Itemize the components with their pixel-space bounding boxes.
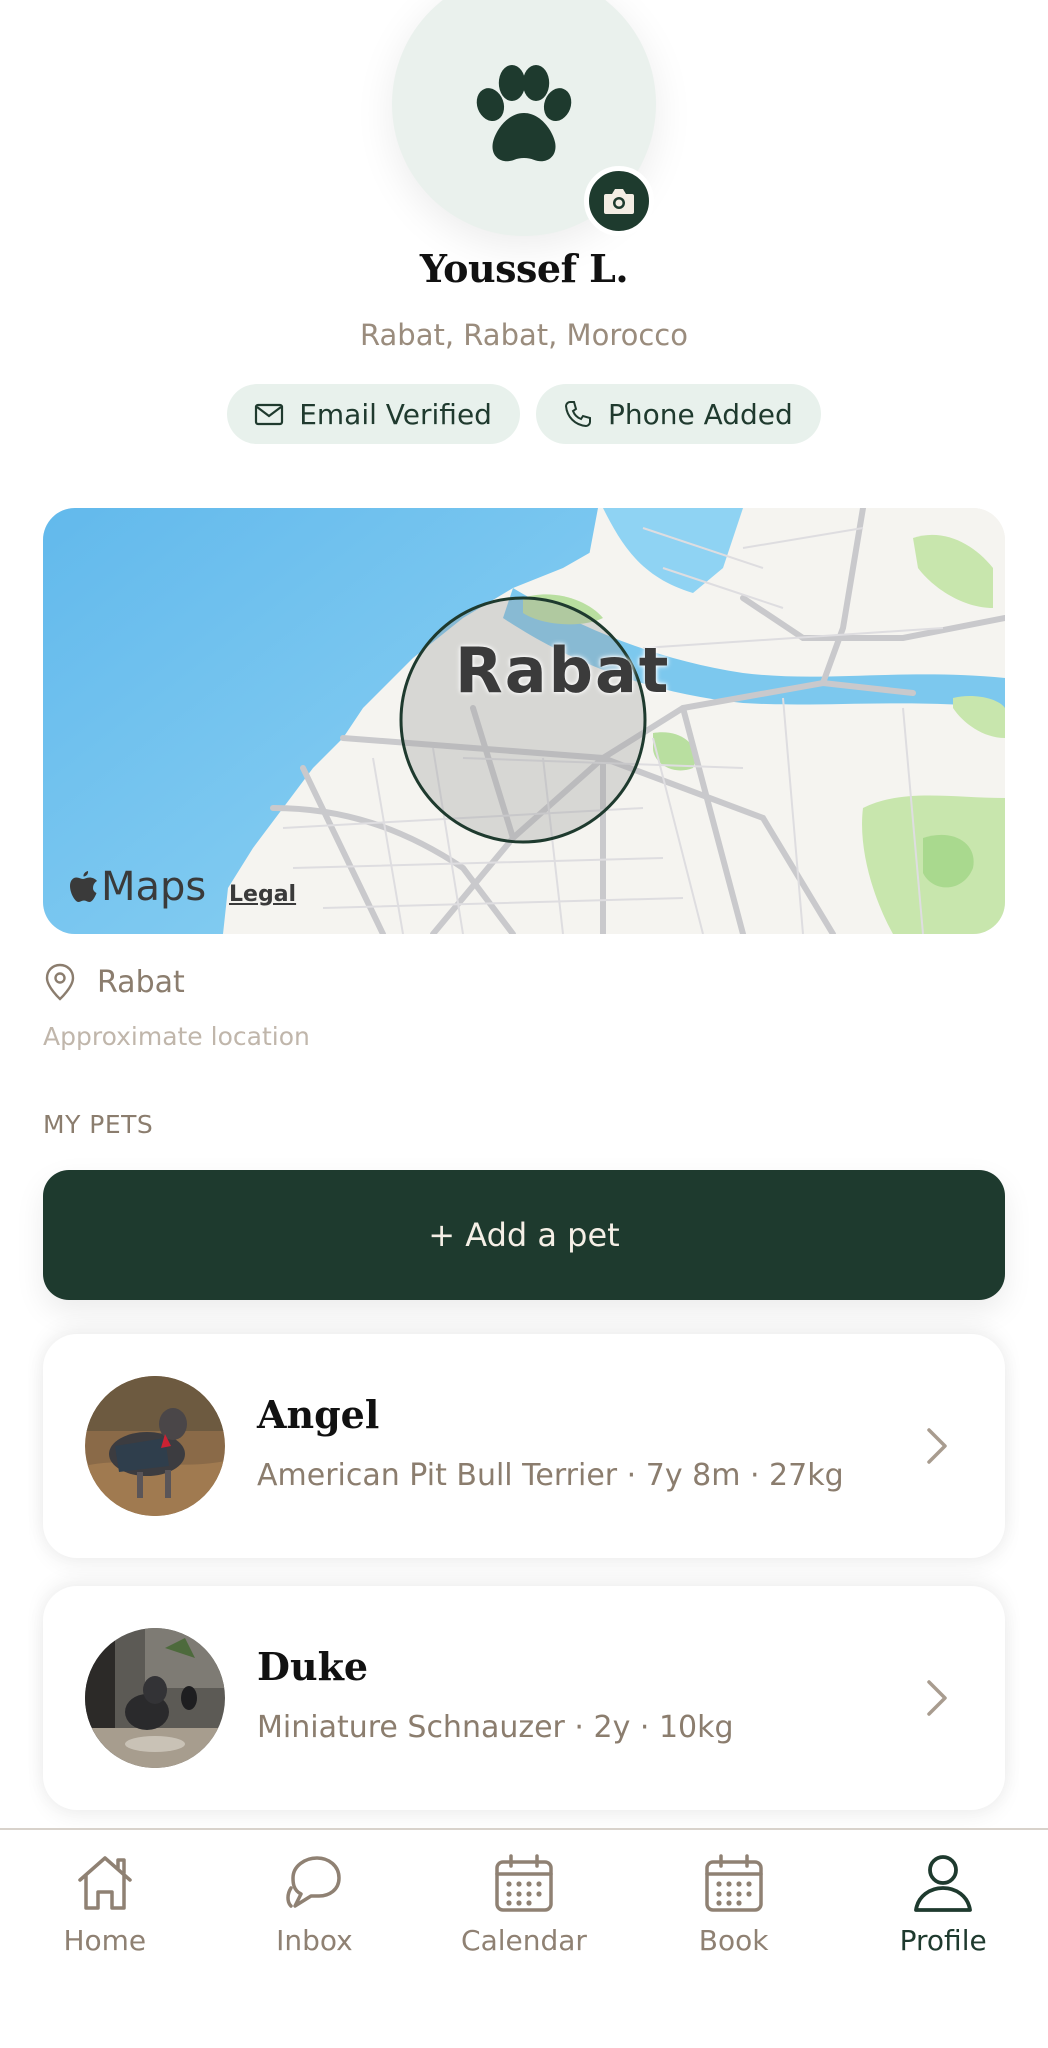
tab-profile-label: Profile bbox=[899, 1924, 987, 1957]
pet-photo-angel bbox=[85, 1376, 225, 1516]
verification-badges: Email Verified Phone Added bbox=[0, 384, 1048, 444]
tab-calendar[interactable]: Calendar bbox=[419, 1830, 629, 2048]
chevron-right-icon bbox=[927, 1680, 947, 1716]
profile-location: Rabat, Rabat, Morocco bbox=[360, 318, 688, 352]
pet-details: American Pit Bull Terrier · 7y 8m · 27kg bbox=[257, 1458, 844, 1493]
paw-icon bbox=[476, 65, 572, 162]
map-city-label: Rabat bbox=[455, 634, 671, 707]
home-icon bbox=[78, 1856, 132, 1910]
chat-bubble-icon bbox=[286, 1856, 342, 1908]
pet-card-angel[interactable]: Angel American Pit Bull Terrier · 7y 8m … bbox=[43, 1334, 1005, 1558]
map-location-row: Rabat bbox=[43, 962, 185, 1002]
user-icon bbox=[914, 1855, 973, 1912]
maps-attribution: Maps bbox=[69, 864, 206, 910]
approximate-location-note: Approximate location bbox=[43, 1022, 310, 1051]
pet-details: Miniature Schnauzer · 2y · 10kg bbox=[257, 1710, 734, 1745]
calendar-icon bbox=[495, 1854, 553, 1912]
bottom-tab-bar: Home Inbox Calendar Book Profile bbox=[0, 1828, 1048, 2048]
calendar-icon bbox=[704, 1854, 763, 1912]
phone-added-badge: Phone Added bbox=[535, 384, 821, 444]
tab-inbox-label: Inbox bbox=[276, 1924, 353, 1957]
chevron-right-icon bbox=[927, 1428, 947, 1464]
pet-name: Angel bbox=[257, 1392, 380, 1437]
map-place-name: Rabat bbox=[97, 964, 185, 1000]
phone-added-label: Phone Added bbox=[607, 397, 793, 431]
tab-book[interactable]: Book bbox=[629, 1830, 839, 2048]
email-verified-label: Email Verified bbox=[299, 397, 492, 431]
pet-card-duke[interactable]: Duke Miniature Schnauzer · 2y · 10kg bbox=[43, 1586, 1005, 1810]
apple-logo-icon bbox=[70, 871, 97, 902]
camera-icon bbox=[604, 189, 634, 214]
profile-avatar-container bbox=[392, 0, 656, 236]
change-photo-button[interactable] bbox=[584, 166, 654, 236]
profile-name: Youssef L. bbox=[419, 246, 629, 291]
tab-home-label: Home bbox=[63, 1924, 147, 1957]
phone-icon bbox=[564, 401, 591, 428]
tab-profile[interactable]: Profile bbox=[838, 1830, 1048, 2048]
add-pet-button[interactable]: + Add a pet bbox=[43, 1170, 1005, 1300]
tab-book-label: Book bbox=[698, 1924, 769, 1957]
pet-photo-duke bbox=[85, 1628, 225, 1768]
location-pin-icon bbox=[45, 963, 75, 1001]
tab-home[interactable]: Home bbox=[0, 1830, 210, 2048]
tab-calendar-label: Calendar bbox=[461, 1924, 587, 1957]
mail-icon bbox=[255, 403, 284, 426]
my-pets-heading: MY PETS bbox=[43, 1110, 154, 1139]
email-verified-badge: Email Verified bbox=[227, 384, 520, 444]
tab-inbox[interactable]: Inbox bbox=[210, 1830, 420, 2048]
maps-legal-link[interactable]: Legal bbox=[229, 882, 296, 907]
maps-brand-label: Maps bbox=[101, 864, 207, 910]
location-map[interactable]: Rabat Maps Legal bbox=[43, 508, 1005, 934]
pet-name: Duke bbox=[257, 1644, 369, 1689]
